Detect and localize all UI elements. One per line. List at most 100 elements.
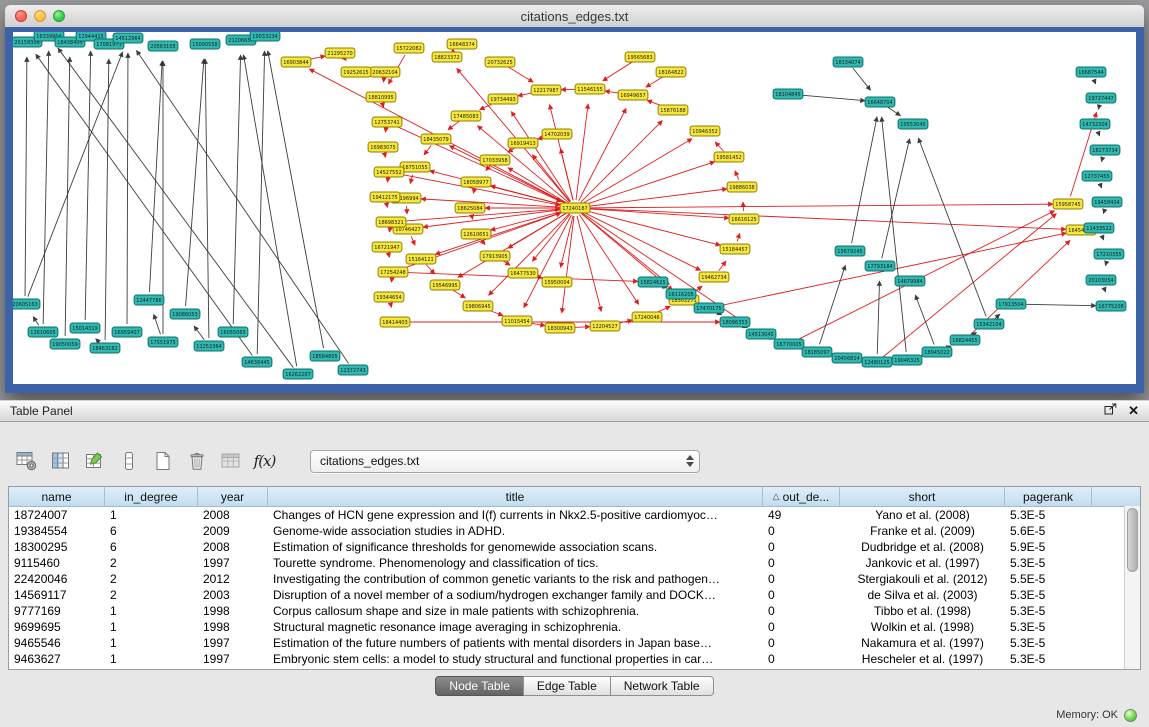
tab-network-table[interactable]: Network Table [610,676,714,696]
graph-edge [583,208,1066,229]
graph-edge [473,190,474,194]
graph-node-label: 15342104 [976,322,1001,328]
graph-node-label: 18300943 [547,326,572,332]
graph-edge [887,106,901,115]
graph-edge [735,171,739,180]
import-table-icon[interactable] [218,449,243,474]
graph-edge [43,51,49,324]
graph-edge [257,51,264,354]
graph-edge [345,59,346,60]
graph-node-label: 14513045 [748,332,773,338]
graph-node-label: 15876188 [660,108,685,114]
table-panel: Table Panel ✕ [0,400,1149,703]
graph-node-label: 16949657 [620,93,645,99]
table-row[interactable]: 1456911722003Disruption of a novel membe… [9,587,1140,603]
close-window-button[interactable] [15,10,27,22]
graph-edge [882,117,907,352]
column-header-short[interactable]: short [840,487,1005,506]
table-row[interactable]: 1938455462009Genome-wide association stu… [9,523,1140,539]
row-height-icon[interactable] [116,449,141,474]
graph-node-label: 15164121 [408,257,433,263]
graph-node-label: 17210355 [1096,252,1121,258]
column-header-in-degree[interactable]: in_degree [105,487,198,506]
table-cell: 5.3E-5 [1005,651,1092,667]
graph-node-label: 14638445 [244,360,269,366]
column-header-pagerank[interactable]: pagerank [1005,487,1092,506]
table-cell: 9465546 [9,635,105,651]
column-header-name[interactable]: name [9,487,105,506]
table-cell: 9699695 [9,619,105,635]
sort-ascending-icon: △ [773,491,780,502]
table-row[interactable]: 1830029562008Estimation of significance … [9,539,1140,555]
network-graph-canvas[interactable]: 1724018715876188169496571154615512217987… [13,32,1136,384]
table-cell: 2012 [198,571,268,587]
graph-node-label: 20632104 [372,70,397,76]
table-row[interactable]: 969969511998Structural magnetic resonanc… [9,619,1140,635]
graph-edge [268,51,324,348]
new-document-icon[interactable] [150,449,175,474]
zoom-window-button[interactable] [53,10,65,22]
table-row[interactable]: 946554611997Estimation of the future num… [9,635,1140,651]
table-cell: Franke et al. (2009) [840,523,1005,539]
column-header-title[interactable]: title [268,487,763,506]
table-toolbar: f(x) citations_edges.txt [14,446,700,476]
graph-node-label: 16959407 [114,330,139,336]
table-cell: Structural magnetic resonance image aver… [268,619,763,635]
memory-indicator[interactable] [1124,709,1137,722]
table-cell: 9115460 [9,555,105,571]
close-panel-icon[interactable]: ✕ [1128,405,1139,417]
table-row[interactable]: 977716911998Corpus callosum shape and si… [9,603,1140,619]
table-cell: Estimation of significance thresholds fo… [268,539,763,555]
table-header-row: namein_degreeyeartitle△out_de...shortpag… [9,487,1140,507]
graph-edge [452,289,466,298]
tab-edge-table[interactable]: Edge Table [523,676,611,696]
table-selector-combobox[interactable]: citations_edges.txt [310,450,700,473]
graph-node-label: 17913504 [998,302,1023,308]
graph-node-label: 19886038 [729,185,754,191]
window-title: citations_edges.txt [5,9,1144,24]
table-row[interactable]: 1872400712008Changes of HCN gene express… [9,507,1140,523]
table-cell: 1997 [198,651,268,667]
table-scrollbar[interactable] [1124,506,1140,669]
table-cell: Genome-wide association studies in ADHD. [268,523,763,539]
window-titlebar[interactable]: citations_edges.txt [5,5,1144,28]
tab-node-table[interactable]: Node Table [435,676,524,696]
graph-node-label: 16919413 [510,141,535,147]
table-row[interactable]: 2242004622012Investigating the contribut… [9,571,1140,587]
delete-table-icon[interactable] [184,449,209,474]
graph-node-label: 12610605 [30,330,55,336]
table-cell: 2 [105,571,198,587]
table-cell: 0 [763,651,840,667]
column-header-out-de-[interactable]: △out_de... [763,487,840,506]
float-panel-icon[interactable] [1104,402,1117,420]
graph-node-label: 19033234 [252,34,277,40]
graph-edge [1098,106,1099,110]
table-cell: 0 [763,539,840,555]
graph-edge [1104,287,1106,292]
graph-edge [244,55,297,366]
graph-node-label: 10946352 [692,129,717,135]
graph-edge [715,142,723,151]
scrollbar-thumb[interactable] [1127,508,1138,572]
table-mode-icon[interactable] [14,449,39,474]
table-row[interactable]: 911546021997Tourette syndrome. Phenomeno… [9,555,1140,571]
table-row[interactable]: 946362711997Embryonic stem cells: a mode… [9,651,1140,667]
graph-node-label: 19412175 [372,195,397,201]
graph-node-label: 18823372 [434,55,459,61]
column-header-year[interactable]: year [198,487,268,506]
table-cell: 14569117 [9,587,105,603]
graph-node-label: 18584805 [312,354,337,360]
function-builder-icon[interactable]: f(x) [252,449,277,474]
graph-edge [915,295,934,345]
graph-node-label: 12737455 [1084,174,1109,180]
table-cell: 2008 [198,539,268,555]
status-bar: Memory: OK [0,703,1149,727]
show-columns-icon[interactable] [48,449,73,474]
minimize-window-button[interactable] [34,10,46,22]
graph-node-label: 16477530 [510,271,535,277]
new-column-icon[interactable] [82,449,107,474]
graph-node-label: 17240187 [562,206,587,212]
table-cell: 0 [763,523,840,539]
graph-edge [25,57,27,296]
table-panel-header: Table Panel ✕ [0,400,1149,422]
